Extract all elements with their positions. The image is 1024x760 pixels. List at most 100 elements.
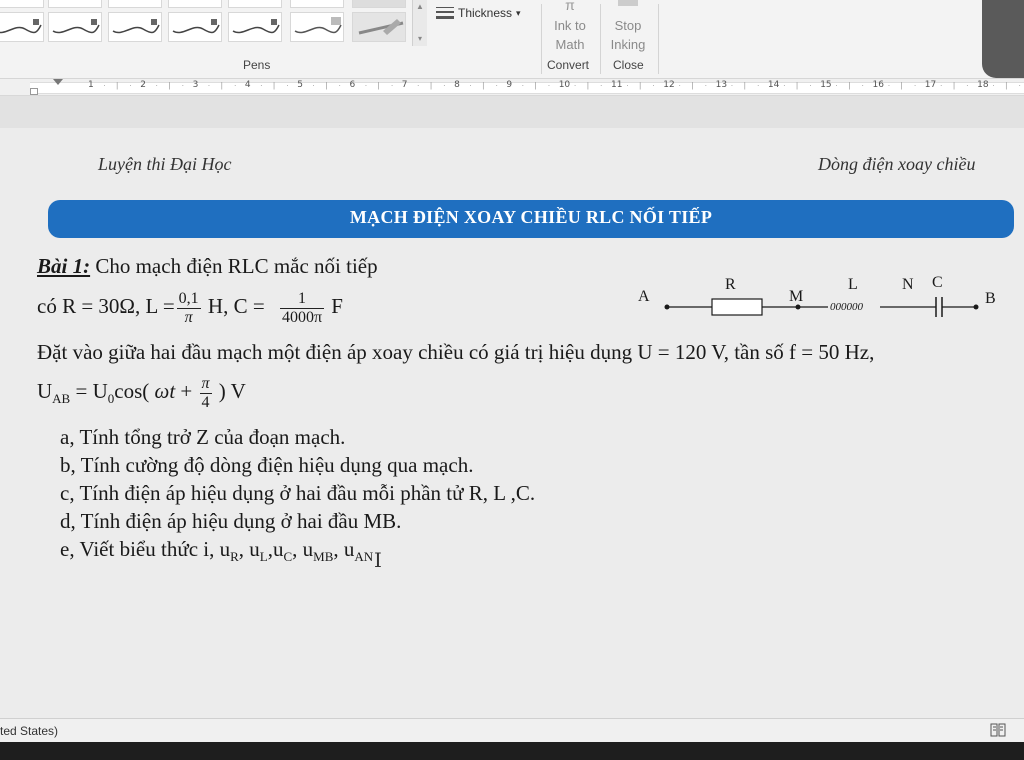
- ruler-tick-label: 10: [558, 80, 571, 90]
- thickness-dropdown[interactable]: Thickness ▾: [436, 4, 521, 22]
- pen-icon[interactable]: [168, 12, 222, 42]
- ruler-tick-label: 6: [349, 80, 356, 90]
- ruler-minor-tick: |: [952, 81, 956, 90]
- circuit-label-M: M: [789, 288, 803, 305]
- fraction-C: 1 4000π: [279, 290, 325, 327]
- thickness-icon: [436, 7, 454, 19]
- highlighter-pen-icon[interactable]: [352, 12, 406, 42]
- ink-to-math-label-2: Math: [555, 37, 585, 52]
- ruler-minor-tick: ·: [887, 81, 891, 90]
- ribbon-separator: [541, 4, 542, 74]
- ruler-minor-tick: ·: [129, 81, 132, 90]
- header-right: Dòng điện xoay chiều: [818, 154, 976, 174]
- ruler-minor-tick: ·: [286, 81, 289, 90]
- ruler-minor-tick: ·: [835, 81, 838, 90]
- pen-swatch-top[interactable]: [108, 0, 162, 8]
- ruler-minor-tick: |: [691, 81, 694, 90]
- fraction-L-den: π: [184, 308, 193, 326]
- ruler-minor-tick: ·: [181, 81, 185, 90]
- line4-U-sub: AB: [52, 391, 71, 407]
- ruler-tick-label: 8: [454, 80, 460, 90]
- task-e: e, Viết biểu thức i, uR, uL,uC, uMB, uAN: [60, 537, 373, 565]
- ruler-minor-tick: ·: [626, 81, 629, 90]
- line4-cos: cos(: [114, 379, 155, 403]
- problem-line-1: Bài 1: Cho mạch điện RLC mắc nối tiếp: [37, 254, 378, 279]
- circuit-label-L: L: [848, 276, 858, 293]
- ruler-minor-tick: ·: [207, 81, 211, 90]
- ruler-minor-tick: ·: [652, 81, 655, 90]
- ink-to-math-button[interactable]: π Ink to Math: [550, 0, 590, 54]
- ruler-minor-tick: ·: [809, 81, 812, 90]
- text-cursor-icon: I: [374, 548, 382, 572]
- pen-icon[interactable]: [228, 12, 282, 42]
- task-c: c, Tính điện áp hiệu dụng ở hai đầu mỗi …: [60, 481, 536, 505]
- first-line-indent-marker[interactable]: [53, 79, 63, 85]
- node-M: [795, 304, 801, 310]
- task-e-sub-R: R: [230, 549, 239, 565]
- pen-swatch-top[interactable]: [228, 0, 282, 8]
- group-label-pens: Pens: [243, 58, 271, 72]
- ruler-tick-label: 14: [767, 80, 780, 90]
- task-a: a, Tính tổng trở Z của đoạn mạch.: [60, 425, 346, 449]
- terminal-B: [973, 304, 979, 310]
- ruler-minor-tick: ·: [547, 81, 551, 90]
- ruler-minor-tick: ·: [756, 81, 760, 90]
- line4-plus: +: [175, 379, 198, 403]
- ruler-minor-tick: |: [743, 81, 746, 90]
- ribbon-separator: [658, 4, 659, 74]
- left-indent-marker[interactable]: [30, 88, 38, 95]
- pen-swatch-top[interactable]: [290, 0, 344, 8]
- problem-line-4: UAB = U0cos( ωt + π4 ) V: [37, 368, 246, 422]
- pen-icon[interactable]: [290, 12, 344, 42]
- ruler-minor-tick: ·: [992, 81, 995, 90]
- scroll-up-icon[interactable]: ▲: [413, 0, 427, 14]
- ruler-tick-label: 16: [872, 80, 884, 90]
- task-e-sub-AN: AN: [354, 549, 374, 565]
- pen-icon[interactable]: [48, 12, 102, 42]
- rlc-circuit-diagram: A R M 000000 L N C B: [638, 274, 996, 317]
- task-e-prefix: e, Viết biểu thức i, u: [60, 537, 231, 561]
- fraction-C-den: 4000π: [281, 308, 323, 326]
- ruler-minor-tick: ·: [861, 81, 865, 90]
- book-icon[interactable]: [990, 723, 1006, 737]
- pen-icon[interactable]: [108, 12, 162, 42]
- ruler-minor-tick: ·: [443, 81, 446, 90]
- ruler-minor-tick: ·: [1018, 81, 1021, 90]
- pen-swatch-top[interactable]: [168, 0, 222, 8]
- line2-text-b: H, C =: [202, 294, 265, 318]
- ruler-minor-tick: ·: [390, 81, 394, 90]
- pen-swatch-top[interactable]: [352, 0, 406, 8]
- fraction-phase-den: 4: [201, 393, 210, 411]
- ruler-minor-tick: |: [377, 81, 380, 90]
- ruler-minor-tick: ·: [599, 81, 603, 90]
- pen-icon[interactable]: [0, 12, 44, 42]
- fraction-L: 0,1 π: [176, 290, 201, 327]
- pen-swatch-top[interactable]: [0, 0, 44, 8]
- language-status[interactable]: ted States): [0, 724, 58, 738]
- ruler-tick-label: 12: [663, 80, 675, 90]
- horizontal-ruler[interactable]: 1 · | · 2 · | · 3 · | · 4 · | · 5 · | · 6 · | · 7 · | · 8 · | · 9 · | · 10 · |…: [0, 79, 1024, 96]
- ruler-minor-tick: |: [848, 81, 851, 90]
- ruler-minor-tick: |: [116, 81, 119, 90]
- task-e-sub-C: C: [283, 549, 293, 565]
- ruler-minor-tick: |: [429, 81, 433, 90]
- line2-text-c: F: [326, 294, 343, 318]
- inductor-coil: 000000: [830, 301, 864, 313]
- ruler-minor-tick: ·: [678, 81, 682, 90]
- more-icon[interactable]: ▾: [413, 32, 427, 46]
- ruler-minor-tick: ·: [155, 81, 159, 90]
- ruler-minor-tick: |: [482, 81, 485, 90]
- ruler-tick-label: 1: [88, 80, 94, 90]
- ruler-tick-label: 15: [820, 80, 832, 90]
- stop-inking-button[interactable]: Stop Inking: [605, 0, 651, 54]
- stop-inking-label-2: Inking: [610, 37, 646, 52]
- task-b: b, Tính cường độ dòng điện hiệu dụng qua…: [60, 453, 474, 477]
- ruler-minor-tick: |: [168, 81, 171, 90]
- app-window: ▲ ▾ Thickness ▾ Pens π Ink to Math Conve…: [0, 0, 1024, 760]
- pens-gallery-scroll[interactable]: ▲ ▾: [412, 0, 427, 46]
- ruler-minor-tick: |: [900, 81, 903, 90]
- ruler-minor-tick: ·: [521, 81, 525, 90]
- pen-swatch-top[interactable]: [48, 0, 102, 8]
- thickness-label: Thickness: [458, 6, 513, 20]
- ruler-minor-tick: ·: [782, 81, 786, 90]
